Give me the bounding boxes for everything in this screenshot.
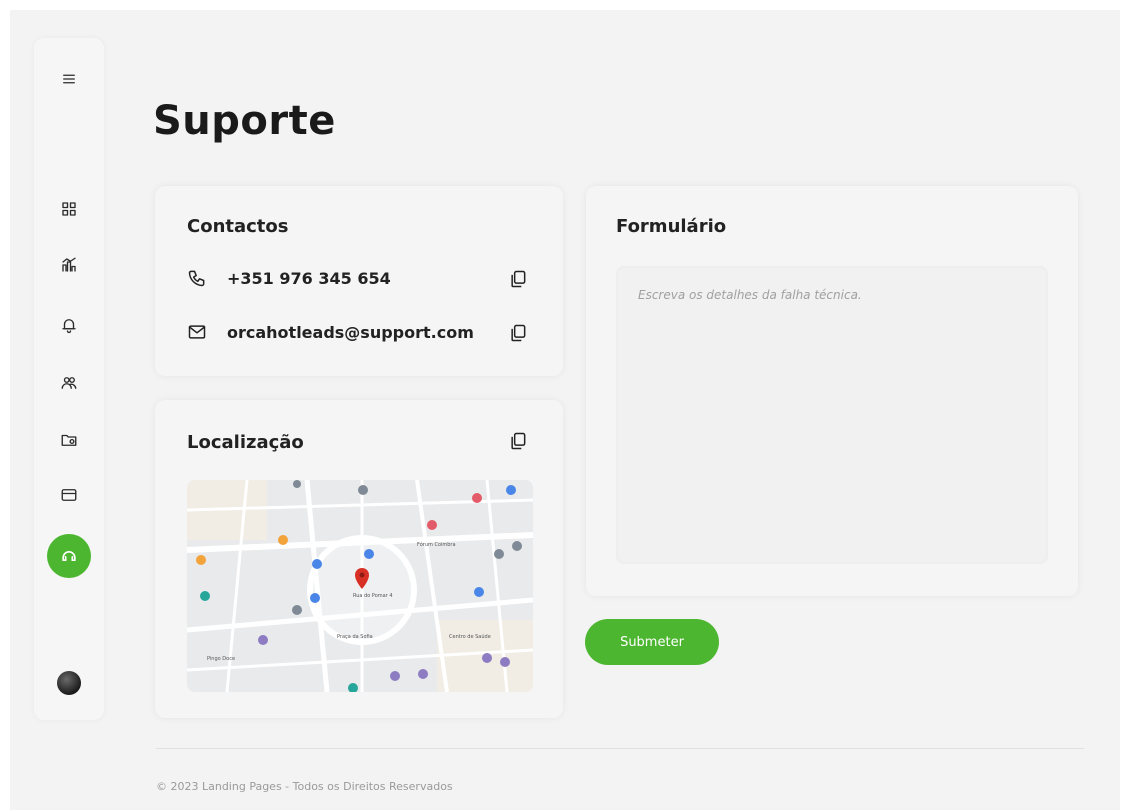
location-card: Localização Rua do Pomar 4 Praça da Sofi… [155, 400, 563, 718]
copy-location-icon[interactable] [507, 430, 529, 452]
credit-card-icon[interactable] [58, 484, 80, 506]
avatar[interactable] [57, 671, 81, 695]
chart-icon[interactable] [58, 254, 80, 276]
phone-number: +351 976 345 654 [227, 268, 391, 288]
map-label: Praça da Sofia [337, 634, 373, 640]
phone-row: +351 976 345 654 [187, 268, 391, 288]
phone-icon [188, 270, 205, 287]
map-label: Centro de Saúde [449, 633, 491, 640]
menu-icon[interactable] [58, 68, 80, 90]
copy-phone-icon[interactable] [507, 268, 529, 290]
email-address: orcahotleads@support.com [227, 322, 474, 342]
dashboard-icon[interactable] [58, 198, 80, 220]
contacts-title: Contactos [187, 216, 289, 237]
map-label: Fórum Coimbra [417, 541, 456, 548]
folder-settings-icon[interactable] [58, 429, 80, 451]
copy-email-icon[interactable] [507, 322, 529, 344]
location-map[interactable]: Rua do Pomar 4 Praça da Sofia Centro de … [187, 480, 533, 692]
map-label: Rua do Pomar 4 [353, 593, 393, 599]
footer-text: © 2023 Landing Pages - Todos os Direitos… [156, 780, 453, 793]
bell-icon[interactable] [58, 314, 80, 336]
map-label: Pingo Doce [207, 656, 235, 662]
page-title: Suporte [153, 98, 336, 144]
submit-button[interactable]: Submeter [585, 619, 719, 665]
users-icon[interactable] [58, 372, 80, 394]
form-title: Formulário [616, 216, 727, 237]
sidebar [34, 38, 104, 720]
support-nav-button[interactable] [47, 534, 91, 578]
contacts-card: Contactos +351 976 345 654 orcahotleads@… [155, 186, 563, 376]
mail-icon [188, 325, 206, 339]
email-row: orcahotleads@support.com [187, 322, 474, 342]
footer-divider [156, 748, 1084, 749]
support-icon [62, 551, 76, 561]
form-card: Formulário [586, 186, 1078, 596]
location-title: Localização [187, 432, 304, 453]
details-textarea[interactable] [616, 266, 1048, 564]
